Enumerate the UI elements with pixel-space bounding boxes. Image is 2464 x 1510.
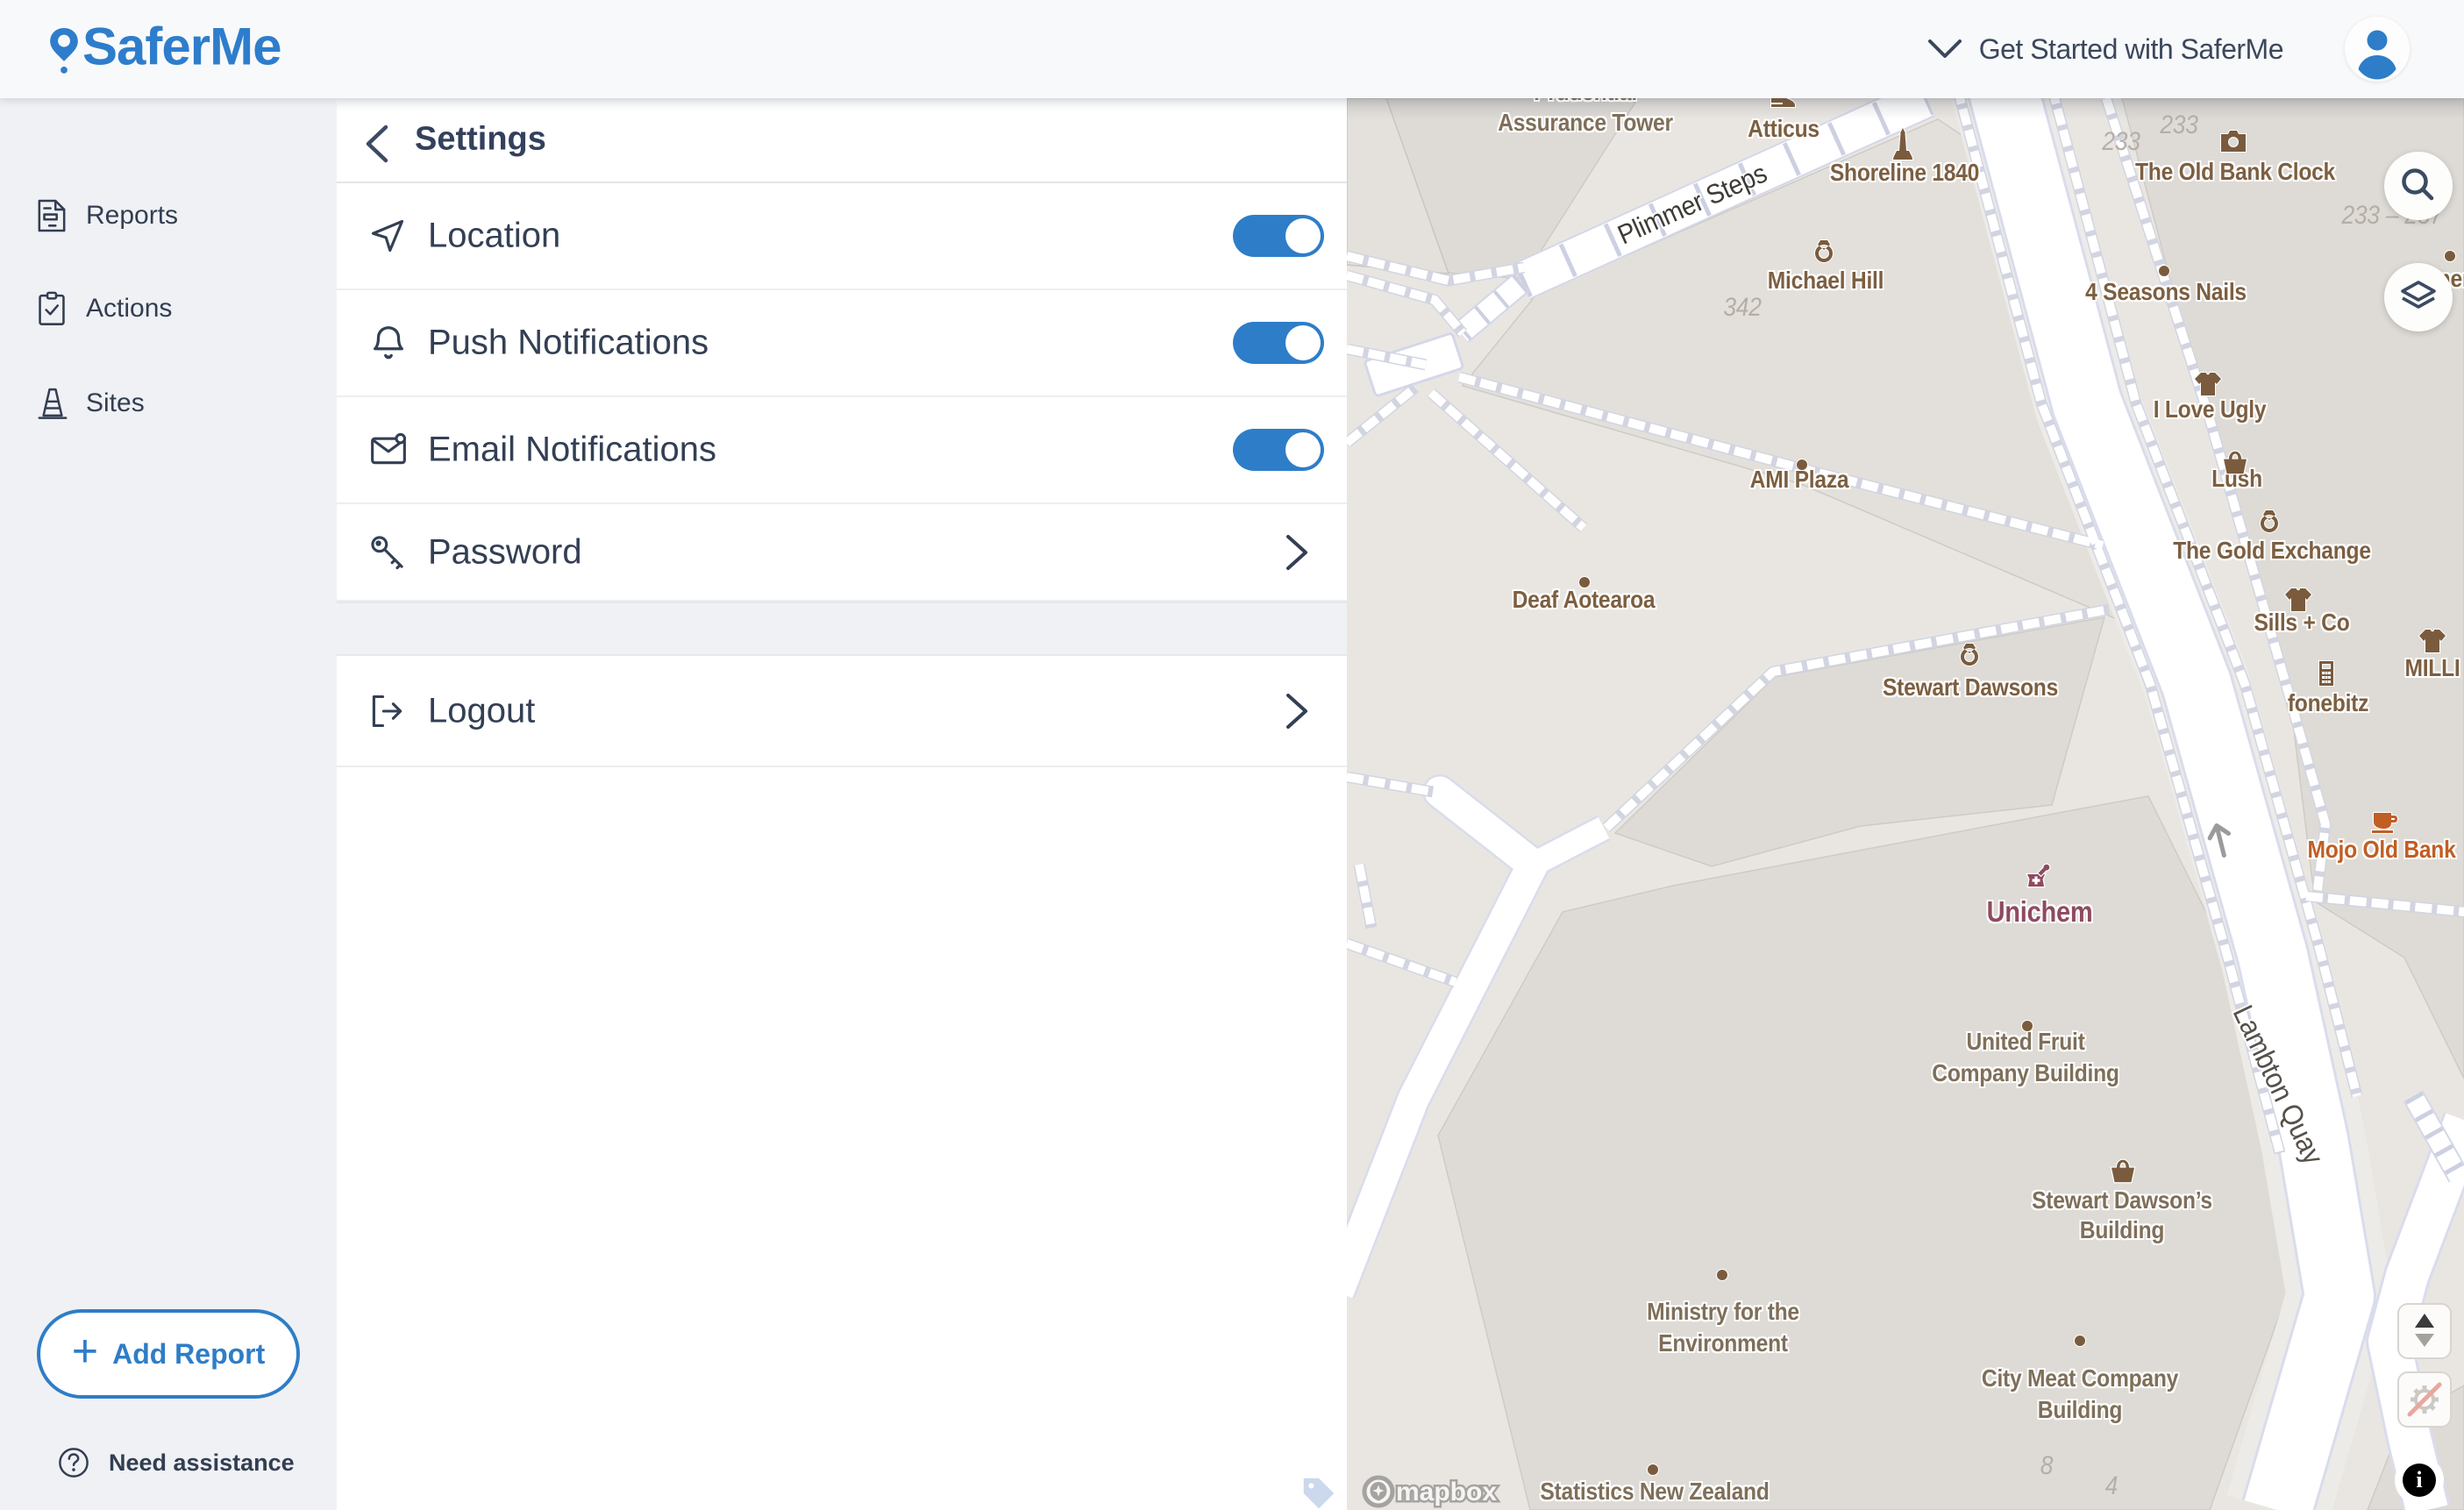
svg-text:mapbox: mapbox: [1396, 1478, 1497, 1506]
